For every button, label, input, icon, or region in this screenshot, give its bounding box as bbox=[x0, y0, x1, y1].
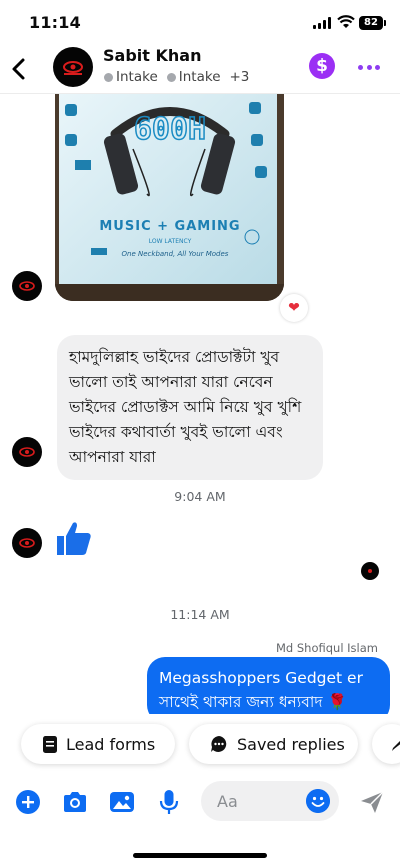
saved-replies-label: Saved replies bbox=[237, 734, 345, 754]
more-options-icon[interactable] bbox=[358, 57, 380, 77]
gallery-icon[interactable] bbox=[108, 788, 136, 816]
timestamp: 11:14 AM bbox=[170, 607, 230, 622]
quick-reply-bar: Lead forms Saved replies bbox=[0, 724, 400, 768]
display-text: 600H bbox=[134, 112, 206, 147]
rose-emoji: 🌹 bbox=[327, 693, 347, 711]
lead-forms-label: Lead forms bbox=[66, 734, 156, 754]
box-sub-banner: LOW LATENCY bbox=[149, 238, 192, 245]
lead-forms-button[interactable]: Lead forms bbox=[21, 724, 175, 764]
outgoing-message-bubble[interactable]: Megasshoppers Gedget er সাথেই থাকার জন্য… bbox=[147, 657, 390, 714]
avatar-logo-icon bbox=[63, 61, 83, 75]
heart-reaction-icon[interactable]: ❤ bbox=[280, 294, 308, 322]
battery-icon: 82 bbox=[359, 16, 386, 30]
product-photo[interactable]: 600H MUSIC + GAMING LOW LATENCY One Neck… bbox=[55, 94, 284, 301]
home-indicator bbox=[133, 853, 267, 858]
contact-labels[interactable]: Intake Intake +3 bbox=[104, 69, 249, 85]
avatar-logo-icon bbox=[19, 447, 35, 457]
label-dot-icon bbox=[166, 72, 176, 82]
wifi-icon bbox=[337, 15, 355, 28]
more-quick-reply-button[interactable] bbox=[372, 724, 400, 764]
payment-button[interactable]: $ bbox=[309, 53, 335, 79]
pencil-icon bbox=[392, 741, 400, 751]
send-icon[interactable] bbox=[358, 788, 386, 816]
contact-name[interactable]: Sabit Khan bbox=[103, 46, 201, 65]
box-banner: MUSIC + GAMING bbox=[99, 219, 240, 234]
label-tag: Intake bbox=[166, 69, 221, 85]
plus-icon[interactable] bbox=[14, 788, 42, 816]
contact-avatar[interactable] bbox=[53, 47, 93, 87]
label-text: Intake bbox=[178, 69, 221, 85]
chat-header: Sabit Khan Intake Intake +3 $ bbox=[0, 44, 400, 94]
sender-avatar[interactable] bbox=[12, 437, 42, 467]
status-bar: 11:14 82 bbox=[0, 0, 400, 44]
thumbs-up-icon[interactable] bbox=[55, 520, 93, 558]
read-receipt-avatar bbox=[361, 562, 379, 580]
saved-replies-icon bbox=[211, 736, 227, 752]
incoming-message-bubble[interactable]: হামদুলিল্লাহ ভাইদের প্রোডাক্টটা খুব ভালো… bbox=[57, 335, 323, 480]
message-composer bbox=[0, 778, 400, 826]
form-icon bbox=[43, 735, 57, 753]
avatar-logo-icon bbox=[368, 569, 372, 573]
neckband-box-image: 600H MUSIC + GAMING LOW LATENCY One Neck… bbox=[55, 94, 284, 301]
avatar-logo-icon bbox=[19, 281, 35, 291]
sender-name: Md Shofiqul Islam bbox=[275, 641, 378, 655]
signal-icon bbox=[313, 17, 332, 29]
more-labels-count: +3 bbox=[229, 69, 250, 85]
saved-replies-button[interactable]: Saved replies bbox=[189, 724, 358, 764]
sender-avatar[interactable] bbox=[12, 528, 42, 558]
avatar-logo-icon bbox=[19, 538, 35, 548]
message-thread[interactable]: 600H MUSIC + GAMING LOW LATENCY One Neck… bbox=[0, 94, 400, 714]
status-time: 11:14 bbox=[29, 13, 81, 32]
label-tag: Intake bbox=[104, 69, 158, 85]
emoji-icon[interactable] bbox=[306, 789, 330, 813]
box-tagline: One Neckband, All Your Modes bbox=[122, 250, 229, 258]
timestamp: 9:04 AM bbox=[174, 489, 226, 504]
back-arrow-icon[interactable] bbox=[8, 55, 30, 83]
camera-icon[interactable] bbox=[61, 788, 89, 816]
microphone-icon[interactable] bbox=[155, 788, 183, 816]
label-dot-icon bbox=[104, 72, 113, 82]
sender-avatar[interactable] bbox=[12, 271, 42, 301]
label-text: Intake bbox=[116, 69, 158, 85]
